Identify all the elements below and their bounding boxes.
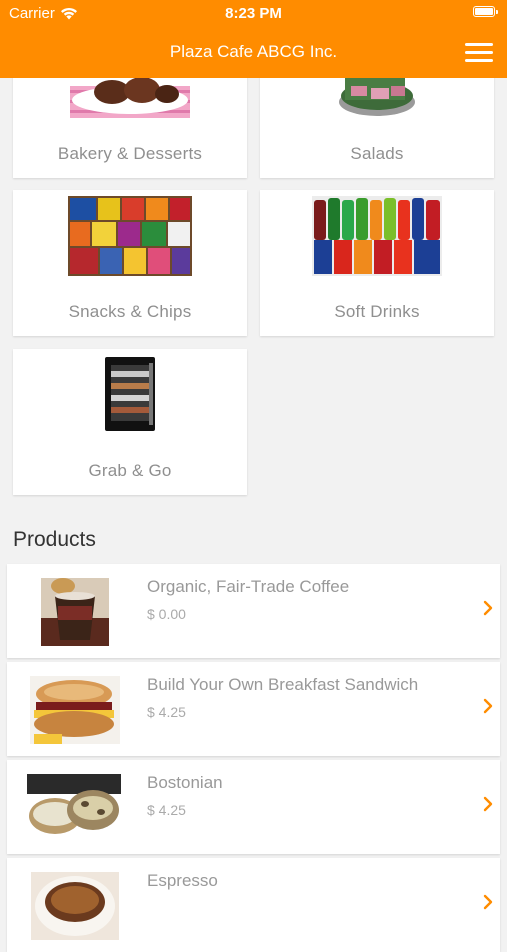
menu-icon-bar	[465, 59, 493, 62]
menu-button[interactable]	[465, 43, 493, 63]
bagel-sandwich-image	[30, 676, 120, 744]
product-price: $ 4.25	[147, 802, 186, 818]
product-name: Espresso	[147, 871, 218, 890]
category-label: Bakery & Desserts	[57, 144, 203, 163]
product-row-bostonian[interactable]: Bostonian $ 4.25	[7, 760, 500, 854]
product-price: $ 4.25	[147, 704, 186, 720]
category-label: Salads	[350, 144, 404, 163]
category-label: Grab & Go	[88, 461, 172, 480]
product-row-espresso[interactable]: Espresso	[7, 858, 500, 952]
espresso-cup-image	[31, 872, 119, 940]
product-row-breakfast-sandwich[interactable]: Build Your Own Breakfast Sandwich $ 4.25	[7, 662, 500, 756]
grab-and-go-fridge-image	[105, 357, 155, 431]
chevron-right-icon	[483, 600, 493, 616]
product-name: Organic, Fair-Trade Coffee	[147, 577, 350, 596]
status-time: 8:23 PM	[225, 5, 282, 22]
app-header: Carrier 8:23 PM Plaza Cafe ABCG Inc.	[0, 0, 507, 78]
product-row-coffee[interactable]: Organic, Fair-Trade Coffee $ 0.00	[7, 564, 500, 658]
product-name: Bostonian	[147, 773, 223, 792]
category-label: Snacks & Chips	[68, 302, 192, 321]
category-card-snacks[interactable]: Snacks & Chips	[13, 190, 247, 336]
page-title: Plaza Cafe ABCG Inc.	[169, 42, 338, 61]
products-section-title: Products	[13, 528, 96, 551]
soft-drinks-image	[312, 196, 442, 276]
product-price: $ 0.00	[147, 606, 186, 622]
chevron-right-icon	[483, 894, 493, 910]
category-label: Soft Drinks	[334, 302, 420, 321]
snacks-image	[68, 196, 192, 276]
bagel-image	[27, 774, 121, 842]
category-card-grab-and-go[interactable]: Grab & Go	[13, 349, 247, 495]
category-card-soft-drinks[interactable]: Soft Drinks	[260, 190, 494, 336]
product-name: Build Your Own Breakfast Sandwich	[147, 675, 419, 694]
battery-icon	[473, 6, 498, 17]
chevron-right-icon	[483, 698, 493, 714]
menu-icon-bar	[465, 51, 493, 54]
menu-icon-bar	[465, 43, 493, 46]
coffee-cup-image	[41, 578, 109, 646]
chevron-right-icon	[483, 796, 493, 812]
